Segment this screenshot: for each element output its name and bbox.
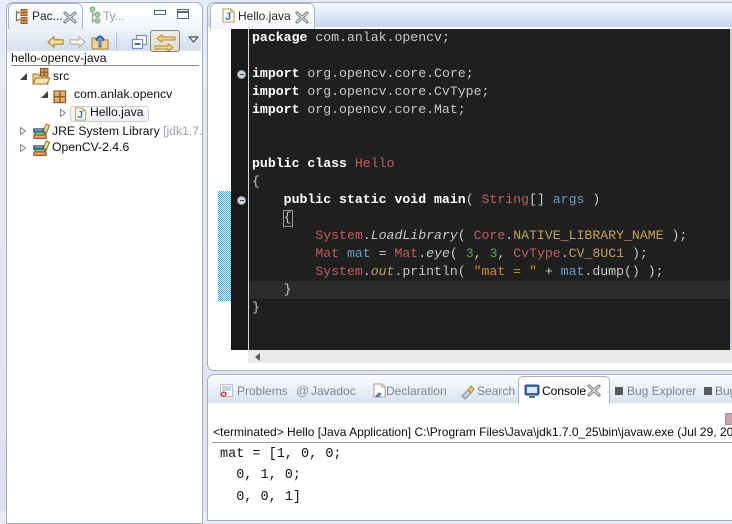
- svg-text:J: J: [225, 11, 231, 23]
- svg-text:J: J: [77, 110, 83, 121]
